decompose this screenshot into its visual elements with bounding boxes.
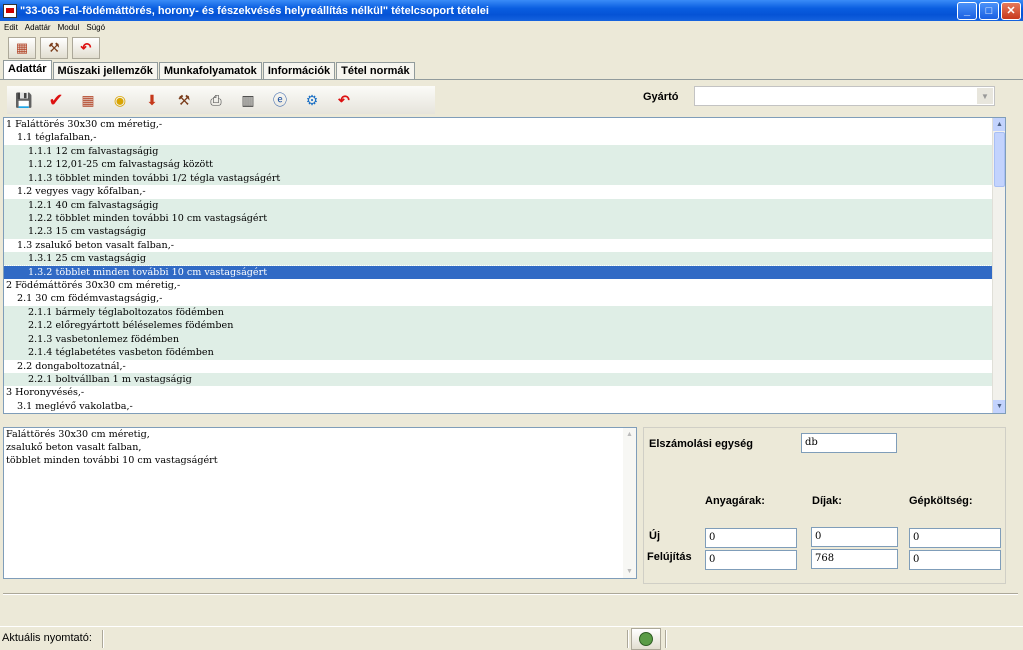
import-icon[interactable]: ⬇ [138,88,166,112]
tree-row[interactable]: 1.1 téglafalban,- [4,131,992,144]
internet-icon[interactable]: ⓔ [266,88,294,112]
tab-munkafolyamatok[interactable]: Munkafolyamatok [158,62,262,79]
bar-chart-icon[interactable]: ▥ [234,88,262,112]
new-machine-field[interactable]: 0 [909,528,1001,548]
info-icon [639,632,653,646]
description-line: Faláttörés 30x30 cm méretig, [6,429,150,440]
status-separator [665,630,667,648]
minimize-button[interactable]: _ [957,1,977,20]
tree-row[interactable]: 2 Födémáttörés 30x30 cm méretig,- [4,279,992,292]
status-bar: Aktuális nyomtató: [0,626,1023,650]
menu-edit[interactable]: Edit [4,21,18,35]
tree-row[interactable]: 3 Horonyvésés,- [4,386,992,399]
scroll-thumb[interactable] [994,132,1005,187]
description-line: többlet minden további 10 cm vastagságér… [6,455,218,466]
back-arrow-icon[interactable]: ↶ [72,37,100,59]
tree-row[interactable]: 1.1.3 többlet minden további 1/2 tégla v… [4,171,992,186]
tree-row[interactable]: 1.3.2 többlet minden további 10 cm vasta… [4,264,993,281]
new-fees-field[interactable]: 0 [811,527,898,547]
status-separator [102,630,104,648]
trowel-icon[interactable]: ⚒ [40,37,68,59]
divider [3,593,1018,595]
tree-row[interactable]: 2.1.4 téglabetétes vasbeton födémben [4,346,992,360]
gyarto-select[interactable]: ▼ [694,86,995,106]
info-button[interactable] [631,628,661,650]
fees-header: Díjak: [812,495,842,507]
window-title: "33-063 Fal-födémáttörés, horony- és fés… [20,4,489,17]
bricks-icon[interactable]: ▦ [74,88,102,112]
title-bar: "33-063 Fal-födémáttörés, horony- és fés… [0,0,1023,21]
scroll-down-icon[interactable]: ▼ [623,565,636,578]
tree-row[interactable]: 2.1.1 bármely téglaboltozatos födémben [4,305,992,320]
tab-adattar[interactable]: Adattár [3,60,52,79]
unit-field[interactable]: db [801,433,897,453]
new-material-field[interactable]: 0 [705,528,797,548]
scroll-up-icon[interactable]: ▲ [623,428,636,441]
machine-header: Gépköltség: [909,495,973,507]
tree-row[interactable]: 1 Faláttörés 30x30 cm méretig,- [4,118,992,131]
close-button[interactable]: ✕ [1001,1,1021,20]
tab-tetel-normak[interactable]: Tétel normák [336,62,415,79]
chevron-down-icon[interactable]: ▼ [977,88,993,104]
tab-strip: Adattár Műszaki jellemzők Munkafolyamato… [3,60,416,79]
renovation-material-field[interactable]: 0 [705,550,797,570]
item-toolbar: 💾 ✔ ▦ ◉ ⬇ ⚒ ⎙ ▥ ⓔ ⚙ ↶ [7,86,435,114]
description-scrollbar[interactable]: ▲ ▼ [623,428,636,578]
tree-row[interactable]: 1.1.1 12 cm falvastagságig [4,144,992,159]
tree-row[interactable]: 2.1.2 előregyártott béléselemes födémben [4,319,992,333]
row-new-label: Új [649,530,660,542]
scroll-down-icon[interactable]: ▼ [993,400,1005,413]
menu-adattar[interactable]: Adattár [25,21,51,35]
unit-label: Elszámolási egység [649,438,753,450]
maximize-button[interactable]: □ [979,1,999,20]
tree-row[interactable]: 2.1.3 vasbetonlemez födémben [4,332,992,347]
material-header: Anyagárak: [705,495,765,507]
machine-icon[interactable]: ⚙ [298,88,326,112]
check-icon[interactable]: ✔ [42,88,70,112]
tree-row[interactable]: 3.1 meglévő vakolatba,- [4,400,992,413]
description-box[interactable]: Faláttörés 30x30 cm méretig, zsalukő bet… [3,427,637,579]
print-icon[interactable]: ⎙ [202,88,230,112]
tab-muszaki-jellemzok[interactable]: Műszaki jellemzők [52,62,158,79]
tab-informaciok[interactable]: Információk [262,62,336,79]
save-icon[interactable]: 💾 [10,88,38,112]
renovation-fees-field[interactable]: 768 [811,549,898,569]
tree-row[interactable]: 1.2.2 többlet minden további 10 cm vasta… [4,211,992,226]
app-icon[interactable] [3,3,17,18]
renovation-machine-field[interactable]: 0 [909,550,1001,570]
tree-scrollbar[interactable]: ▲ ▼ [992,118,1005,413]
description-line: zsalukő beton vasalt falban, [6,442,142,453]
scroll-up-icon[interactable]: ▲ [993,118,1005,131]
printer-label: Aktuális nyomtató: [2,632,92,644]
item-tree[interactable]: 1 Faláttörés 30x30 cm méretig,- 1.1 tégla… [3,117,1006,414]
details-panel: Elszámolási egység db Anyagárak: Díjak: … [643,427,1006,584]
tool-icon[interactable]: ⚒ [170,88,198,112]
back-arrow-icon[interactable]: ↶ [330,88,358,112]
tree-row[interactable]: 1.3 zsalukő beton vasalt falban,- [4,239,992,252]
tree-row[interactable]: 1.2.1 40 cm falvastagságig [4,198,992,212]
tree-row[interactable]: 1.2 vegyes vagy kőfalban,- [4,185,992,198]
main-toolbar: ▦ ⚒ ↶ [8,37,100,61]
tree-row[interactable]: 1.1.2 12,01-25 cm falvastagság között [4,158,992,172]
status-separator [627,630,629,648]
bricks-icon[interactable]: ▦ [8,37,36,59]
row-renovation-label: Felújítás [647,551,692,563]
menu-bar: Edit Adattár Modul Súgó [0,21,1023,35]
tree-row[interactable]: 2.2.1 boltvállban 1 m vastagságig [4,373,992,387]
tree-row[interactable]: 1.3.1 25 cm vastagságig [4,252,992,266]
menu-sugo[interactable]: Súgó [86,21,105,35]
material-icon[interactable]: ◉ [106,88,134,112]
tree-row[interactable]: 2.2 dongaboltozatnál,- [4,360,992,373]
tree-row[interactable]: 2.1 30 cm födémvastagságig,- [4,292,992,305]
tree-row[interactable]: 1.2.3 15 cm vastagságig [4,225,992,239]
gyarto-label: Gyártó [643,91,679,103]
menu-modul[interactable]: Modul [58,21,80,35]
